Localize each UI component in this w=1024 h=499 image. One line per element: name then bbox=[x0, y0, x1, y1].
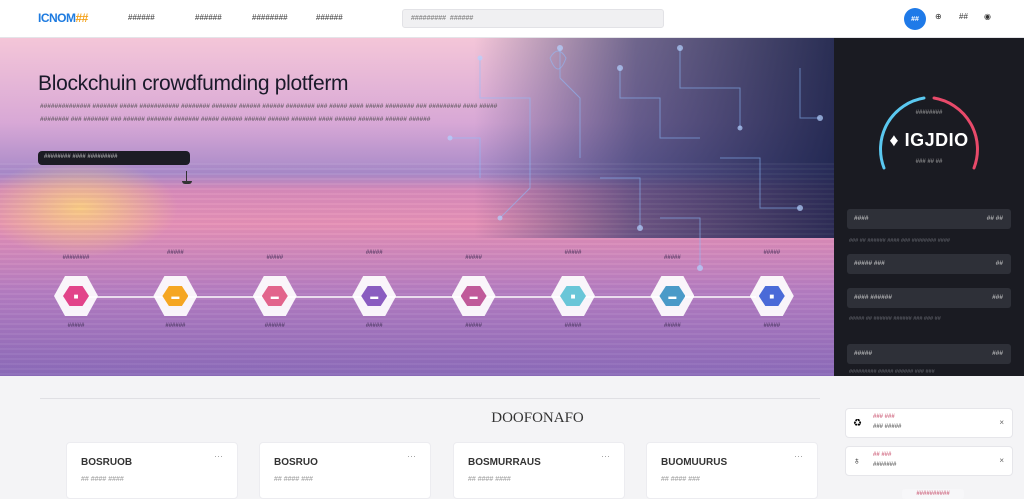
view-more-link[interactable]: ########## bbox=[902, 489, 964, 499]
stat-label: ##### ### bbox=[854, 260, 885, 267]
stat-value: ## ## bbox=[986, 215, 1003, 222]
more-icon[interactable]: ··· bbox=[794, 451, 803, 461]
boat-icon bbox=[182, 171, 192, 185]
divider bbox=[40, 398, 820, 399]
stat-value: ### bbox=[992, 294, 1003, 301]
step-caption: ###### bbox=[165, 323, 186, 329]
notification-text: ####### bbox=[873, 462, 897, 468]
stat-row[interactable]: #### ###### ### bbox=[847, 288, 1011, 308]
grid-icon[interactable]: ## bbox=[959, 12, 968, 21]
gauge-sub: ### ## ## bbox=[915, 159, 943, 165]
close-icon[interactable]: × bbox=[999, 418, 1004, 427]
card-subtitle: ## #### #### bbox=[468, 476, 511, 483]
card-subtitle: ## #### ### bbox=[661, 476, 700, 483]
card-title: BOSRUOB bbox=[81, 457, 133, 468]
nav-link-3[interactable]: ######## bbox=[252, 13, 288, 22]
stat-label: #### ###### bbox=[854, 294, 892, 301]
gauge-label: ######## bbox=[915, 110, 943, 116]
card-subtitle: ## #### #### bbox=[81, 476, 124, 483]
stat-row[interactable]: #### ## ## bbox=[847, 209, 1011, 229]
project-card[interactable]: BOSRUO ··· ## #### ### bbox=[259, 442, 431, 499]
notification-title: ## ### bbox=[873, 452, 892, 458]
step-label: ##### bbox=[266, 255, 284, 261]
stat-value: ### bbox=[992, 350, 1003, 357]
close-icon[interactable]: × bbox=[999, 456, 1004, 465]
nav-link-2[interactable]: ###### bbox=[195, 13, 222, 22]
stat-note: ######### ##### ###### ### ### bbox=[849, 369, 935, 375]
step-icon: ■ bbox=[758, 286, 785, 306]
project-card[interactable]: BUOMUURUS ··· ## #### ### bbox=[646, 442, 818, 499]
step-label: ##### bbox=[763, 250, 781, 256]
stat-note: ##### ## ###### ###### ### ### ## bbox=[849, 316, 941, 322]
step-label: ##### bbox=[564, 250, 582, 256]
stat-note: ### ## ###### #### ### ######## #### bbox=[849, 238, 950, 244]
step-label: ##### bbox=[167, 250, 184, 256]
project-card[interactable]: BOSMURRAUS ··· ## #### #### bbox=[453, 442, 625, 499]
search-input[interactable] bbox=[402, 9, 664, 28]
settings-icon[interactable]: ◉ bbox=[984, 12, 991, 21]
step-icon: ▬ bbox=[162, 286, 189, 306]
logo-accent: ## bbox=[75, 11, 89, 25]
card-subtitle: ## #### ### bbox=[274, 476, 313, 483]
step-caption: ##### bbox=[465, 323, 482, 329]
step-label: ##### bbox=[365, 250, 383, 256]
step-icon: ▬ bbox=[460, 286, 487, 306]
notification-item[interactable]: ♁ ## ### ####### × bbox=[845, 446, 1013, 476]
stat-value: ## bbox=[995, 260, 1003, 267]
step-label: ##### bbox=[664, 255, 681, 261]
more-icon[interactable]: ··· bbox=[407, 451, 416, 461]
nav-link-4[interactable]: ###### bbox=[316, 13, 343, 22]
card-title: BOSRUO bbox=[274, 457, 318, 468]
logo-text: ICNOM bbox=[38, 11, 76, 25]
step-caption: ###### bbox=[264, 323, 285, 329]
bell-icon[interactable]: ⊕ bbox=[935, 12, 942, 21]
hero-cta-button[interactable]: ######## #### ######### bbox=[38, 151, 190, 165]
recycle-icon: ♻ bbox=[853, 418, 862, 429]
gauge-value: ♦ IGJDIO bbox=[889, 130, 969, 150]
avatar[interactable]: ## bbox=[904, 8, 926, 30]
step-icon: ▬ bbox=[361, 286, 388, 306]
card-title: BOSMURRAUS bbox=[468, 457, 541, 468]
more-icon[interactable]: ··· bbox=[214, 451, 223, 461]
stats-panel: ######## ♦ IGJDIO ### ## ## #### ## ## #… bbox=[834, 38, 1024, 376]
card-title: BUOMUURUS bbox=[661, 457, 728, 468]
step-label: ##### bbox=[465, 255, 482, 261]
step-caption: ##### bbox=[564, 323, 582, 329]
step-caption: ##### bbox=[763, 323, 781, 329]
step-caption: ##### bbox=[67, 323, 85, 329]
hero-banner: Blockchuin crowdfumding plotferm #######… bbox=[0, 38, 834, 376]
step-icon: ▬ bbox=[659, 286, 686, 306]
top-nav: ICNOM## ###### ###### ######## ###### ##… bbox=[0, 0, 1024, 38]
hero-description: ############## ####### ##### ###########… bbox=[40, 103, 498, 123]
globe-icon: ♁ bbox=[853, 456, 861, 467]
step-caption: ##### bbox=[365, 323, 383, 329]
more-icon[interactable]: ··· bbox=[601, 451, 610, 461]
step-icon: ▬ bbox=[261, 286, 288, 306]
step-caption: ##### bbox=[664, 323, 681, 329]
notification-title: ### ### bbox=[873, 414, 895, 420]
step-icon: ■ bbox=[560, 286, 586, 306]
stat-label: ##### bbox=[854, 350, 873, 357]
stat-row[interactable]: ##### ### bbox=[847, 344, 1011, 364]
project-card[interactable]: BOSRUOB ··· ## #### #### bbox=[66, 442, 238, 499]
notification-text: ### ##### bbox=[873, 424, 902, 430]
hero-title: Blockchuin crowdfumding plotferm bbox=[38, 72, 349, 95]
step-icon: ■ bbox=[63, 286, 89, 306]
step-label: ######## bbox=[62, 255, 90, 261]
notification-item[interactable]: ♻ ### ### ### ##### × bbox=[845, 408, 1013, 438]
logo[interactable]: ICNOM## bbox=[38, 11, 88, 25]
stat-row[interactable]: ##### ### ## bbox=[847, 254, 1011, 274]
stat-label: #### bbox=[854, 215, 869, 222]
nav-link-1[interactable]: ###### bbox=[128, 13, 155, 22]
